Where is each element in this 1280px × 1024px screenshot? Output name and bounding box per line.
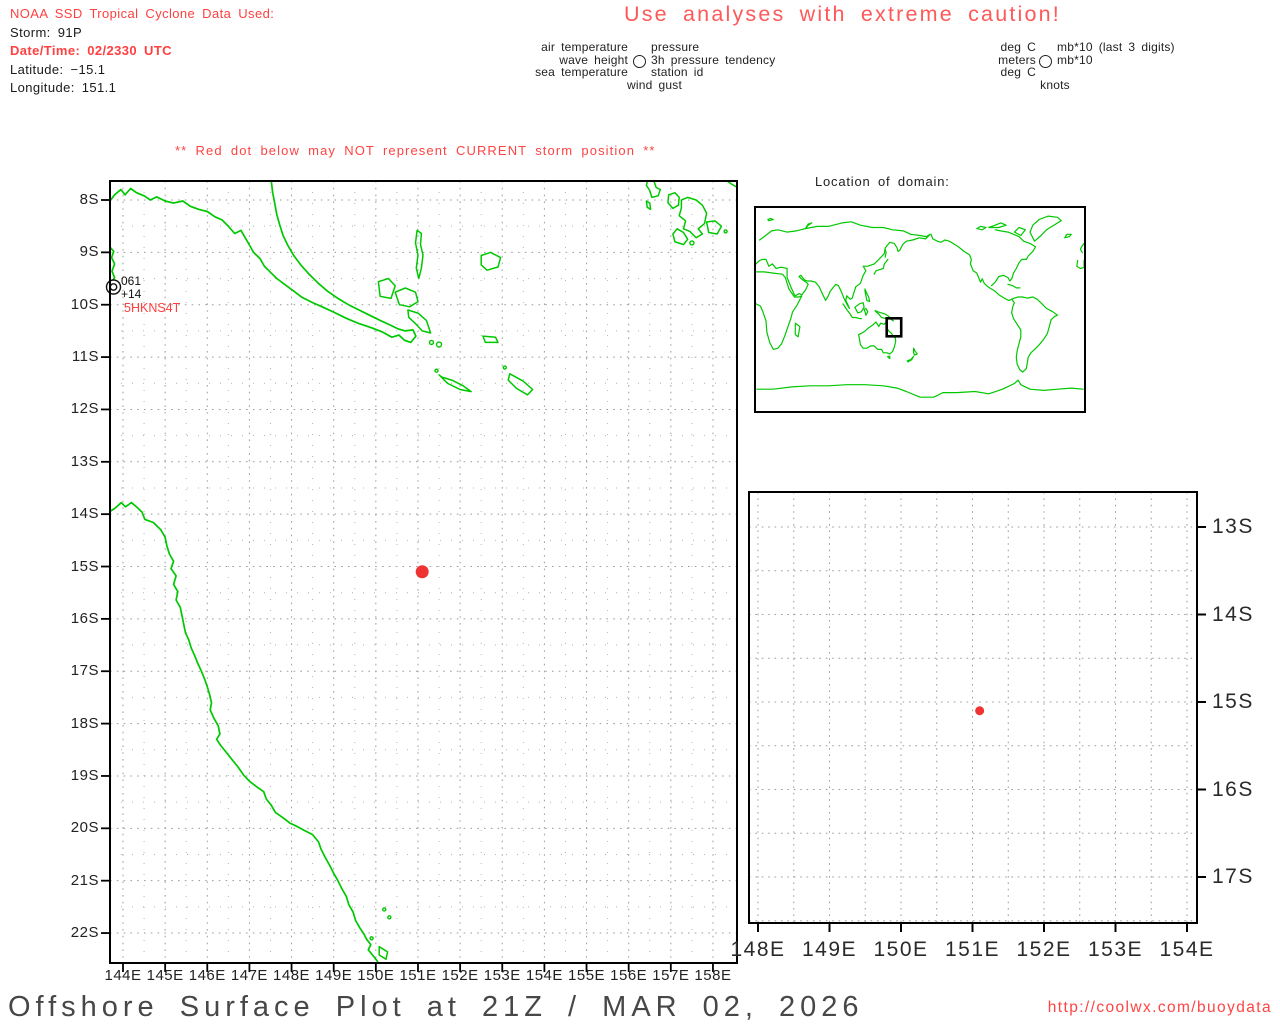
units-right-column: mb*10 (last 3 digits) mb*10 <box>1057 41 1175 66</box>
unit-deg-c-sea: deg C <box>1000 65 1036 80</box>
main-map-lon-label: 146E <box>188 967 226 984</box>
main-map-lon-label: 145E <box>146 967 184 984</box>
storm-position-dot-zoom <box>975 706 985 716</box>
zoom-map-lon-label: 149E <box>801 938 858 961</box>
storm-position-warning: ** Red dot below may NOT represent CURRE… <box>175 143 656 158</box>
zoom-map-ticks <box>757 526 1206 932</box>
main-map-lat-label: 8S <box>79 191 99 208</box>
main-map-lon-label: 157E <box>652 967 690 984</box>
main-map-lat-label: 22S <box>70 924 99 942</box>
storm-latitude-line: Latitude: −15.1 <box>10 61 106 77</box>
zoom-map-lon-label: 151E <box>944 938 1001 961</box>
units-left-column: deg C meters deg C <box>880 41 1036 79</box>
main-map-lon-label: 152E <box>441 967 479 984</box>
zoom-map-lon-label: 152E <box>1016 938 1072 961</box>
zoom-map-markers <box>975 706 985 716</box>
caution-banner: Use analyses with extreme caution! <box>624 2 1061 26</box>
legend-wind-gust: wind gust <box>627 77 682 92</box>
zoom-map-lat-label: 16S <box>1212 777 1254 801</box>
source-url[interactable]: http://coolwx.com/buoydata <box>1048 999 1272 1017</box>
legend-station-id: station id <box>651 65 704 80</box>
zoom-map-lat-label: 17S <box>1212 865 1254 888</box>
units-circle-icon <box>1039 55 1052 68</box>
storm-longitude-line: Longitude: 151.1 <box>10 80 117 96</box>
main-map-lat-label: 16S <box>70 609 99 627</box>
zoom-map-lon-label: 153E <box>1087 938 1144 961</box>
unit-mb10-last3: mb*10 (last 3 digits) <box>1057 40 1175 54</box>
main-map-lon-label: 147E <box>230 967 268 984</box>
main-map-lon-label: 153E <box>483 967 521 984</box>
main-map-lon-label: 158E <box>694 967 732 984</box>
zoom-map-grid <box>749 492 1197 923</box>
station-id-value: 5HKNS4T <box>124 301 181 315</box>
legend-pressure: pressure <box>651 40 700 54</box>
main-map-lat-label: 19S <box>70 766 99 784</box>
station-tendency-value: +14 <box>121 287 142 301</box>
main-map-lat-label: 9S <box>79 243 99 261</box>
main-map-lon-label: 154E <box>525 967 563 984</box>
main-map-lon-label: 155E <box>568 967 606 984</box>
main-map-ticks <box>101 199 714 972</box>
main-map-lon-label: 150E <box>357 967 395 984</box>
zoom-map-lon-label: 148E <box>730 938 786 961</box>
main-map-lat-label: 11S <box>71 348 99 366</box>
main-map-lat-label: 12S <box>70 400 99 418</box>
world-inset-map <box>754 206 1086 413</box>
main-map-lat-label: 10S <box>70 295 99 313</box>
unit-deg-c-air: deg C <box>1000 40 1036 54</box>
legend-air-temperature: air temperature <box>541 40 628 54</box>
main-map-lat-label: 21S <box>70 871 99 889</box>
storm-datetime-line: Date/Time: 02/2330 UTC <box>10 43 172 59</box>
station-legend-right-column: pressure 3h pressure tendency station id <box>651 41 775 79</box>
zoom-map-lat-label: 13S <box>1212 515 1254 538</box>
main-map-lon-label: 149E <box>315 967 353 984</box>
storm-id-line: Storm: 91P <box>10 24 83 40</box>
zoom-map-lat-label: 14S <box>1212 602 1254 626</box>
legend-sea-temperature: sea temperature <box>535 65 628 80</box>
main-map-lon-label: 148E <box>273 967 311 984</box>
main-map-lat-label: 18S <box>70 714 99 732</box>
storm-position-dot <box>415 565 429 579</box>
zoom-map-lat-label: 15S <box>1212 690 1254 713</box>
station-legend-left-column: air temperature wave height sea temperat… <box>420 41 628 79</box>
storm-data-block: NOAA SSD Tropical Cyclone Data Used: Sto… <box>10 5 274 98</box>
main-map-lat-label: 14S <box>70 505 99 523</box>
zoom-map-lon-label: 154E <box>1159 938 1215 961</box>
station-model-circle-icon <box>633 55 646 68</box>
main-map-lon-label: 151E <box>399 967 437 984</box>
main-map-lat-label: 20S <box>70 819 99 837</box>
inset-title: Location of domain: <box>815 174 950 189</box>
zoom-map <box>748 491 1206 932</box>
world-coastlines <box>755 215 1085 398</box>
data-source-title: NOAA SSD Tropical Cyclone Data Used: <box>10 6 275 21</box>
main-map: 061 +14 5HKNS4T <box>101 180 738 972</box>
buoy-station-circle-icon <box>105 279 122 295</box>
station-pressure-value: 061 <box>121 274 141 288</box>
unit-mb10: mb*10 <box>1057 52 1093 67</box>
main-map-lat-label: 17S <box>70 662 99 680</box>
plot-title: Offshore Surface Plot at 21Z / MAR 02, 2… <box>8 991 864 1023</box>
main-map-lon-label: 156E <box>610 967 648 984</box>
main-map-lat-label: 13S <box>70 452 99 470</box>
main-map-lon-label: 144E <box>104 967 142 984</box>
zoom-map-lon-label: 150E <box>873 938 929 961</box>
unit-knots: knots <box>1040 77 1070 92</box>
main-map-lat-label: 15S <box>70 557 99 575</box>
